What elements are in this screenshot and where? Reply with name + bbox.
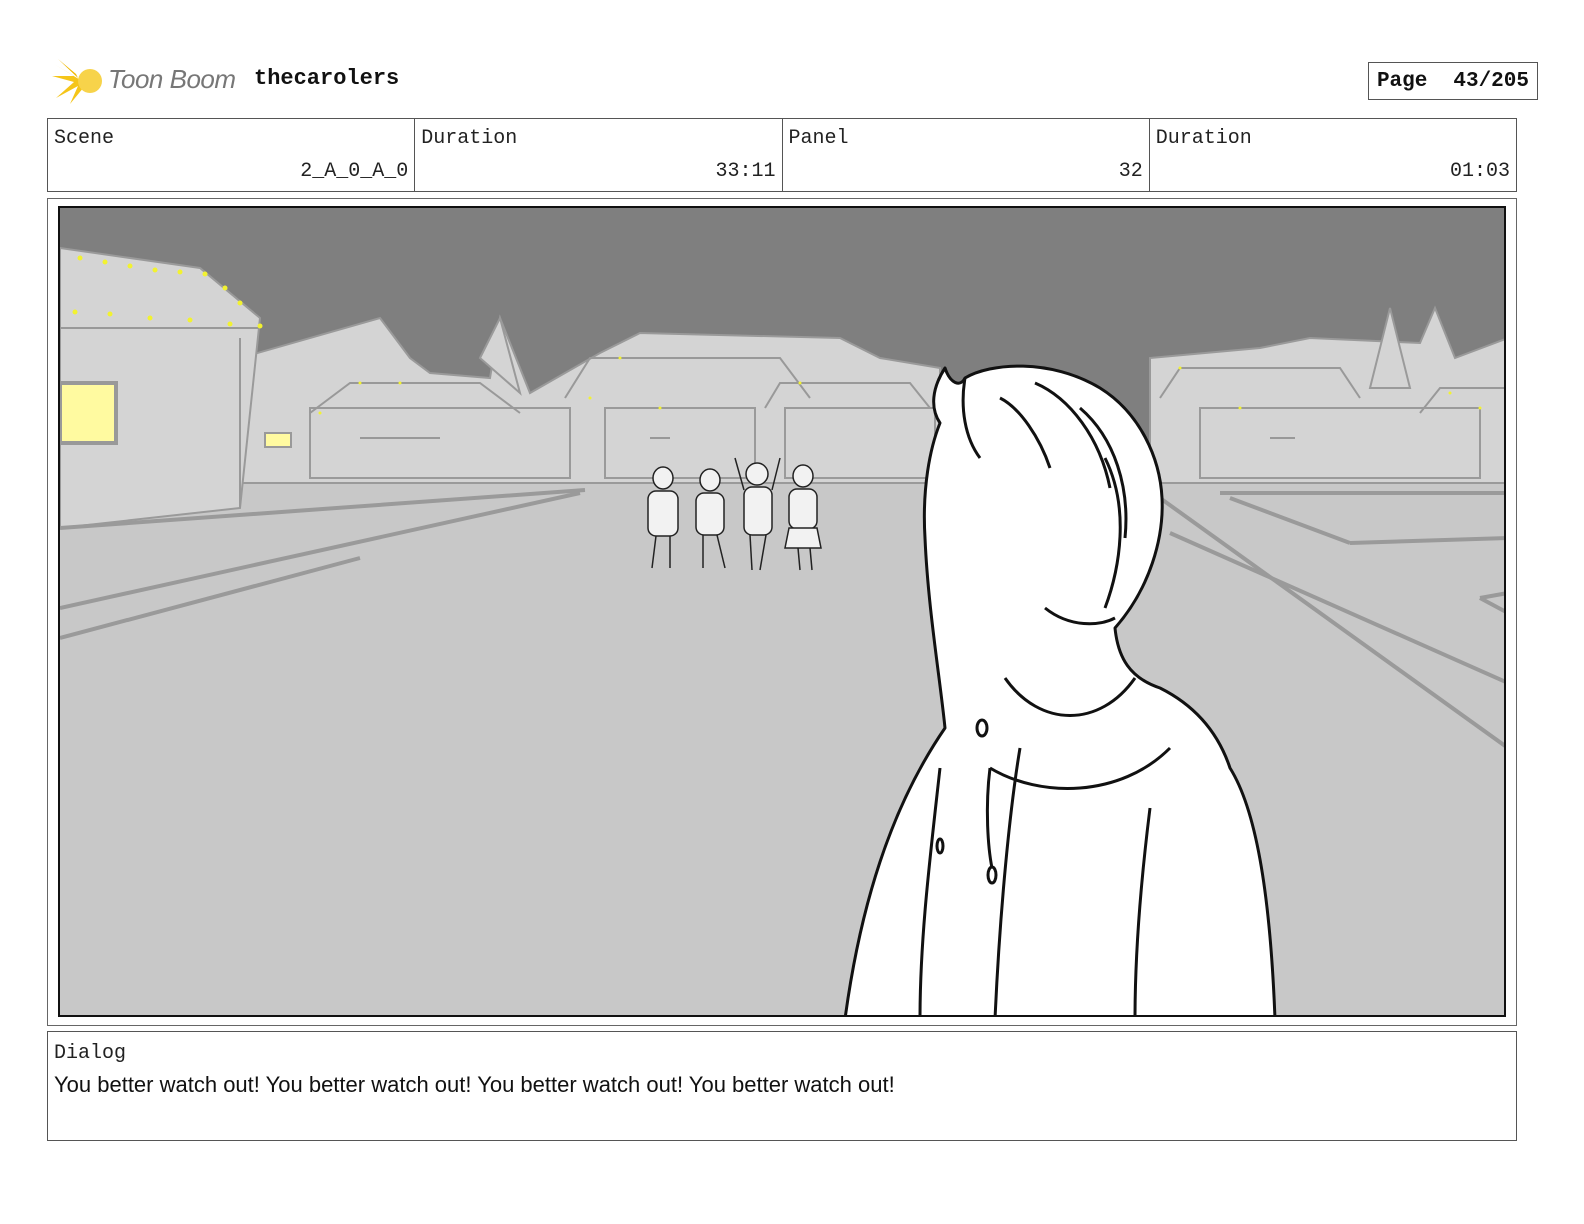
scene-duration-label: Duration bbox=[421, 127, 518, 150]
page-header: Toon Boom thecarolers Page 43/205 bbox=[48, 54, 1538, 110]
scene-cell: Scene 2_A_0_A_0 bbox=[48, 119, 416, 191]
lit-window-left bbox=[60, 381, 118, 445]
page-indicator: Page 43/205 bbox=[1367, 62, 1538, 100]
scene-value: 2_A_0_A_0 bbox=[300, 160, 409, 183]
panel-drawing bbox=[60, 208, 1504, 1015]
panel-label: Panel bbox=[788, 127, 849, 150]
dialog-box: Dialog You better watch out! You better … bbox=[47, 1031, 1517, 1141]
logo-text: Toon Boom bbox=[108, 64, 236, 94]
project-name: thecarolers bbox=[254, 66, 400, 91]
toon-boom-logo: Toon Boom bbox=[52, 56, 242, 106]
starburst-icon bbox=[52, 59, 102, 104]
storyboard-panel-image bbox=[58, 206, 1506, 1017]
scene-duration-value: 33:11 bbox=[715, 160, 776, 183]
street-ground bbox=[60, 473, 1504, 1015]
dialog-label: Dialog bbox=[54, 1042, 127, 1065]
panel-duration-label: Duration bbox=[1155, 127, 1252, 150]
dialog-text: You better watch out! You better watch o… bbox=[54, 1072, 895, 1097]
panel-duration-cell: Duration 01:03 bbox=[1150, 119, 1516, 191]
panel-value: 32 bbox=[1118, 160, 1143, 183]
page-label: Page bbox=[1376, 69, 1428, 93]
scene-label: Scene bbox=[54, 127, 115, 150]
panel-cell: Panel 32 bbox=[783, 119, 1150, 191]
scene-duration-cell: Duration 33:11 bbox=[415, 119, 783, 191]
page-number: 43/205 bbox=[1453, 69, 1529, 93]
panel-duration-value: 01:03 bbox=[1449, 160, 1510, 183]
lit-window-small bbox=[264, 432, 292, 448]
scene-info-table: Scene 2_A_0_A_0 Duration 33:11 Panel 32 … bbox=[47, 118, 1517, 192]
storyboard-panel-frame bbox=[47, 198, 1517, 1026]
